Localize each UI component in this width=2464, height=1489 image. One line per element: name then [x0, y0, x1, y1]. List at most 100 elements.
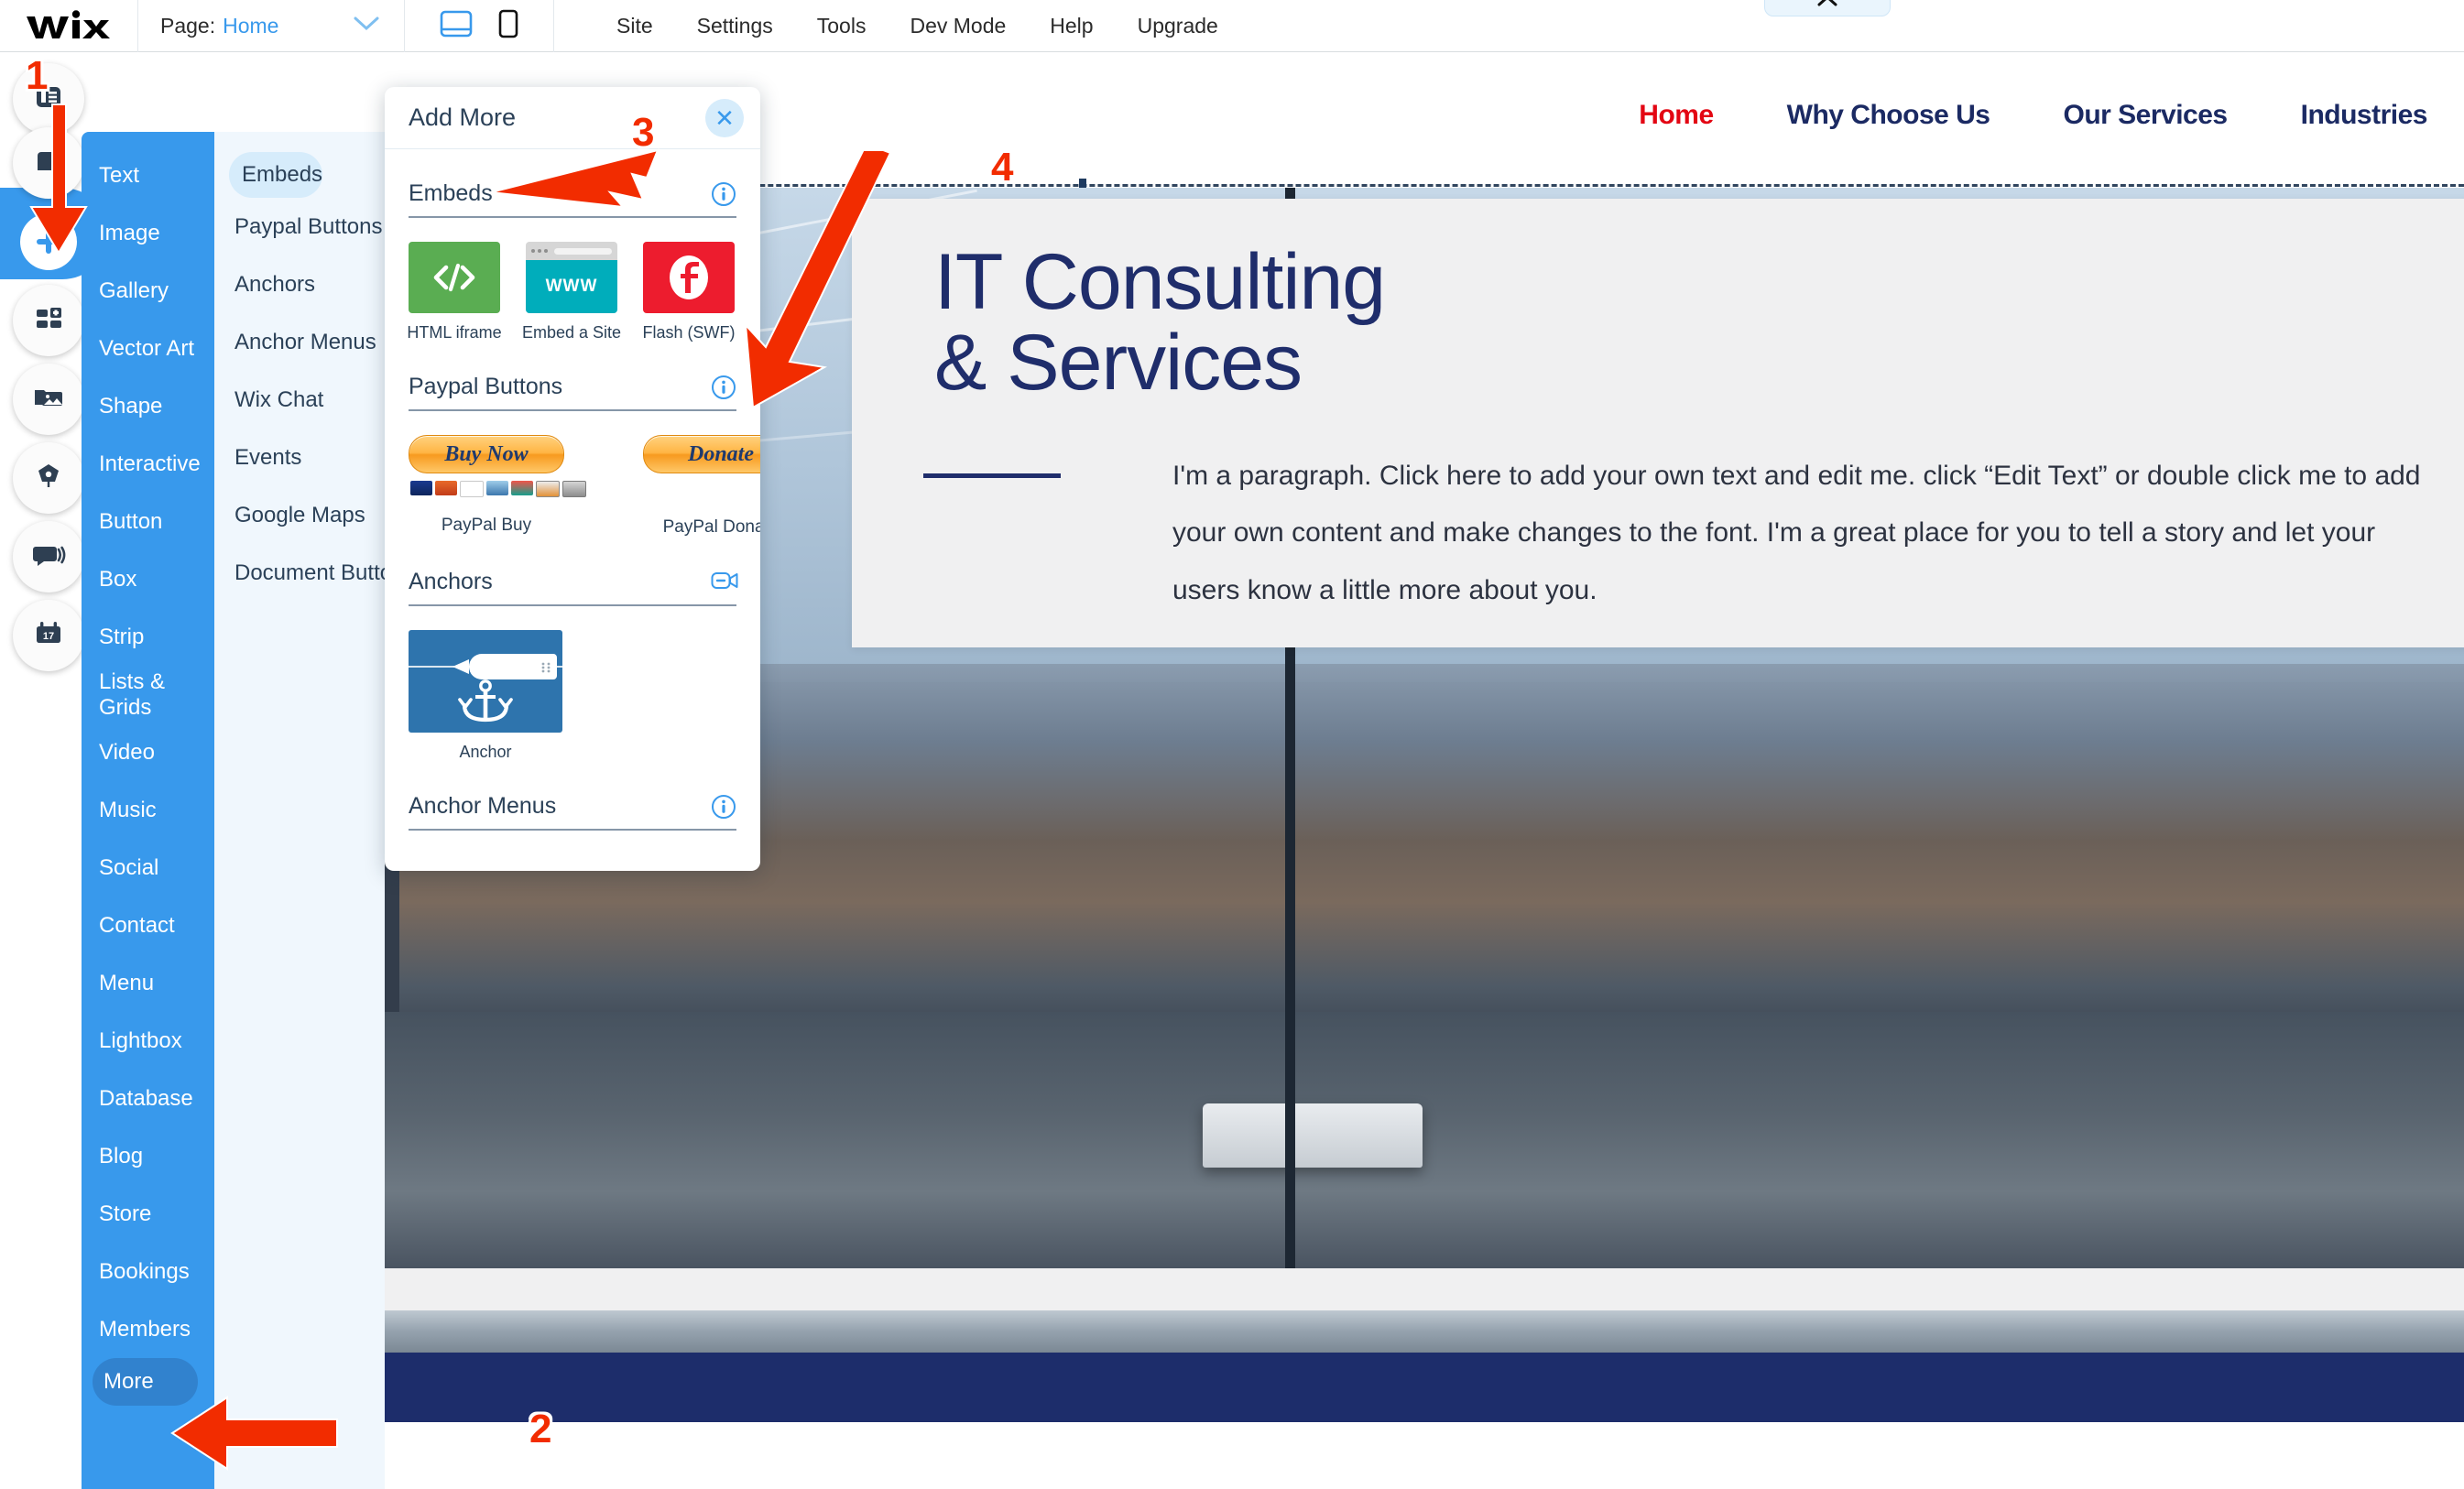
rail-item-add-apps[interactable] — [13, 285, 84, 356]
chevron-down-icon — [353, 16, 380, 37]
item-caption: Anchor — [459, 743, 512, 761]
menu-item-dev-mode[interactable]: Dev Mode — [888, 14, 1028, 38]
site-nav-item-why-choose-us[interactable]: Why Choose Us — [1750, 100, 2027, 131]
category-text[interactable]: Text — [82, 147, 214, 204]
media-image-icon — [30, 379, 67, 420]
annotation-number-4: 4 — [991, 145, 1014, 190]
section-header-embeds: Embeds — [409, 180, 736, 218]
item-paypal-buy[interactable]: Buy Now PayPal Buy — [409, 435, 586, 538]
info-icon[interactable] — [711, 375, 736, 400]
rail-item-add-elements[interactable] — [13, 206, 84, 277]
category-button[interactable]: Button — [82, 493, 214, 550]
category-box[interactable]: Box — [82, 550, 214, 608]
info-icon[interactable] — [711, 181, 736, 207]
rail-item-mobile-tools[interactable] — [13, 127, 84, 199]
code-brackets-icon — [409, 242, 500, 313]
hero-text-card[interactable]: IT Consulting & Services I'm a paragraph.… — [852, 199, 2464, 647]
subcategory-events[interactable]: Events — [214, 429, 385, 486]
apps-grid-plus-icon — [30, 300, 67, 342]
view-mode-switcher — [405, 0, 553, 52]
credit-card-logos — [410, 481, 586, 497]
add-more-body: Embeds HTML iframe WWW Embed a Site Flas… — [385, 180, 760, 871]
category-contact[interactable]: Contact — [82, 897, 214, 954]
svg-text:17: 17 — [43, 631, 54, 642]
menu-item-help[interactable]: Help — [1028, 14, 1115, 38]
subcategory-anchors[interactable]: Anchors — [214, 255, 385, 313]
category-image[interactable]: Image — [82, 204, 214, 262]
category-gallery[interactable]: Gallery — [82, 262, 214, 320]
paypal-buy-now-button-thumb: Buy Now — [409, 435, 564, 473]
item-anchor[interactable]: Anchor — [409, 630, 562, 762]
item-html-iframe[interactable]: HTML iframe — [407, 242, 502, 342]
category-strip[interactable]: Strip — [82, 608, 214, 666]
page-selector-label: Page: — [160, 13, 216, 38]
category-members[interactable]: Members — [82, 1300, 214, 1358]
laptop-prop — [1203, 1103, 1423, 1168]
category-video[interactable]: Video — [82, 723, 214, 781]
video-minus-icon[interactable] — [711, 570, 738, 595]
collapse-toolbar-tab[interactable] — [1764, 0, 1891, 16]
element-subcategory-panel: Embeds Paypal Buttons Anchors Anchor Men… — [214, 132, 415, 1489]
add-more-panel: Add More ✕ Embeds HTML iframe WWW Embed … — [385, 87, 760, 871]
category-bookings[interactable]: Bookings — [82, 1243, 214, 1300]
item-caption: PayPal Buy — [441, 516, 532, 535]
desktop-view-button[interactable] — [440, 10, 473, 42]
rail-item-my-uploads[interactable] — [13, 364, 84, 435]
item-embed-a-site[interactable]: WWW Embed a Site — [522, 242, 621, 342]
category-lists-and-grids[interactable]: Lists & Grids — [82, 666, 214, 723]
subcategory-google-maps[interactable]: Google Maps — [214, 486, 385, 544]
category-shape[interactable]: Shape — [82, 377, 214, 435]
footer-blank-area — [108, 1422, 2464, 1489]
calendar-17-icon: 17 — [30, 615, 67, 657]
paypal-items: Buy Now PayPal Buy Donate PayPal Donat — [409, 435, 760, 538]
category-music[interactable]: Music — [82, 781, 214, 839]
menu-item-site[interactable]: Site — [594, 14, 675, 38]
rail-item-menus-pages[interactable] — [13, 63, 84, 135]
category-more[interactable]: More — [93, 1358, 198, 1406]
menu-item-upgrade[interactable]: Upgrade — [1116, 14, 1240, 38]
site-nav-item-home[interactable]: Home — [1602, 100, 1750, 131]
page-selector[interactable]: Page: Home — [138, 0, 404, 52]
rail-item-wix-chat[interactable] — [13, 521, 84, 592]
category-store[interactable]: Store — [82, 1185, 214, 1243]
editor-top-bar: Page: Home Site Settings Tools Dev Mode … — [0, 0, 2464, 52]
category-interactive[interactable]: Interactive — [82, 435, 214, 493]
subcategory-anchor-menus[interactable]: Anchor Menus — [214, 313, 385, 371]
category-blog[interactable]: Blog — [82, 1127, 214, 1185]
close-icon[interactable]: ✕ — [705, 99, 744, 137]
wix-wordmark-icon — [27, 10, 110, 38]
subcategory-document-buttons[interactable]: Document Buttons — [214, 544, 415, 602]
category-lightbox[interactable]: Lightbox — [82, 1012, 214, 1070]
annotation-number-1: 1 — [26, 53, 49, 98]
hero-heading-line1: IT Consulting — [934, 238, 1386, 326]
subcategory-embeds[interactable]: Embeds — [229, 152, 323, 198]
chat-bubble-icon — [30, 537, 67, 578]
rail-item-site-design[interactable] — [13, 442, 84, 514]
add-more-header: Add More ✕ — [385, 87, 760, 149]
menu-item-tools[interactable]: Tools — [795, 14, 889, 38]
item-caption: Flash (SWF) — [642, 323, 736, 342]
item-caption: HTML iframe — [407, 323, 502, 342]
wix-logo[interactable] — [0, 0, 137, 52]
info-icon[interactable] — [711, 794, 736, 820]
category-database[interactable]: Database — [82, 1070, 214, 1127]
section-title-anchors: Anchors — [409, 569, 493, 594]
subcategory-paypal-buttons[interactable]: Paypal Buttons — [214, 198, 385, 255]
paypal-button-label: Buy Now — [444, 441, 529, 466]
subcategory-wix-chat[interactable]: Wix Chat — [214, 371, 385, 429]
mobile-view-button[interactable] — [498, 9, 518, 43]
section-header-paypal-buttons: Paypal Buttons — [409, 374, 736, 411]
category-menu[interactable]: Menu — [82, 954, 214, 1012]
menu-item-settings[interactable]: Settings — [675, 14, 795, 38]
rail-item-bookings[interactable]: 17 — [13, 600, 84, 671]
category-social[interactable]: Social — [82, 839, 214, 897]
site-nav-item-industries[interactable]: Industries — [2264, 100, 2464, 131]
category-vector-art[interactable]: Vector Art — [82, 320, 214, 377]
item-flash-swf[interactable]: Flash (SWF) — [642, 242, 736, 342]
section-header-anchor-menus: Anchor Menus — [409, 793, 736, 831]
anchors-items: Anchor — [409, 630, 736, 762]
site-nav-item-our-services[interactable]: Our Services — [2027, 100, 2264, 131]
item-paypal-donate[interactable]: Donate PayPal Donate — [643, 435, 760, 538]
element-category-panel: Text Image Gallery Vector Art Shape Inte… — [82, 132, 214, 1489]
hero-paragraph[interactable]: I'm a paragraph. Click here to add your … — [1172, 448, 2437, 619]
